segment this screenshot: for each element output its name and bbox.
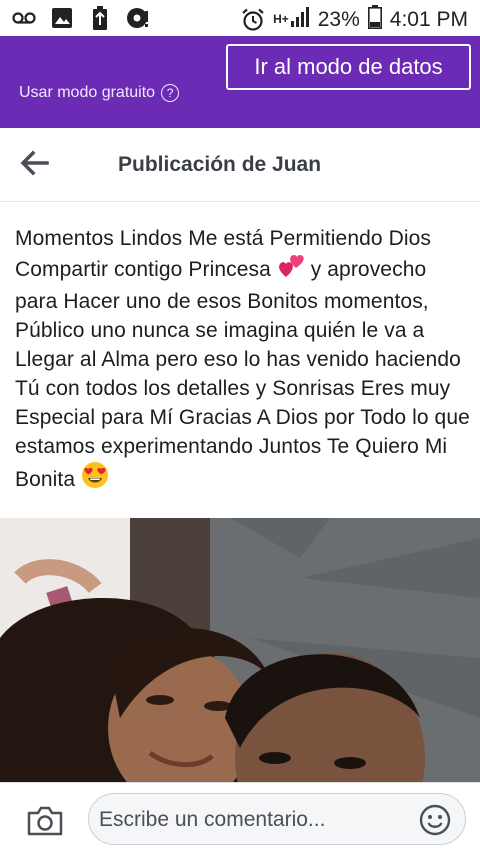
data-mode-button[interactable]: Ir al modo de datos — [226, 44, 471, 90]
signal-icon — [290, 7, 310, 33]
post-text: Momentos Lindos Me está Permitiendo Dios… — [15, 224, 470, 497]
post-text-part2: y aprovecho para Hacer uno de esos Bonit… — [15, 258, 470, 491]
smiley-icon[interactable] — [419, 804, 451, 836]
camera-icon[interactable] — [26, 805, 64, 837]
comment-bar: Escribe un comentario... — [0, 782, 480, 854]
back-arrow-icon[interactable] — [20, 150, 50, 176]
page-header: Publicación de Juan — [0, 128, 480, 202]
voicemail-icon — [12, 6, 36, 30]
download-icon — [126, 6, 150, 30]
help-icon[interactable]: ? — [161, 84, 180, 102]
post-photo[interactable] — [0, 518, 480, 782]
battery-percent: 23% — [317, 8, 360, 31]
status-bar: H+ 23% 4:01 PM — [0, 0, 480, 36]
battery-icon — [367, 5, 382, 35]
page-title: Publicación de Juan — [118, 153, 322, 176]
two-hearts-icon — [277, 253, 305, 287]
clock: 4:01 PM — [389, 8, 468, 31]
image-icon — [50, 6, 74, 30]
free-mode-banner: Usar modo gratuito ? Ir al modo de datos — [0, 36, 480, 128]
comment-placeholder: Escribe un comentario... — [99, 808, 326, 831]
heart-eyes-icon — [81, 461, 109, 497]
free-mode-label: Usar modo gratuito — [19, 84, 156, 101]
comment-input[interactable]: Escribe un comentario... — [88, 793, 466, 845]
alarm-icon — [241, 8, 265, 32]
free-mode-link[interactable]: Usar modo gratuito ? — [19, 84, 180, 102]
network-type-label: H+ — [273, 12, 289, 26]
battery-saver-icon — [88, 6, 112, 30]
